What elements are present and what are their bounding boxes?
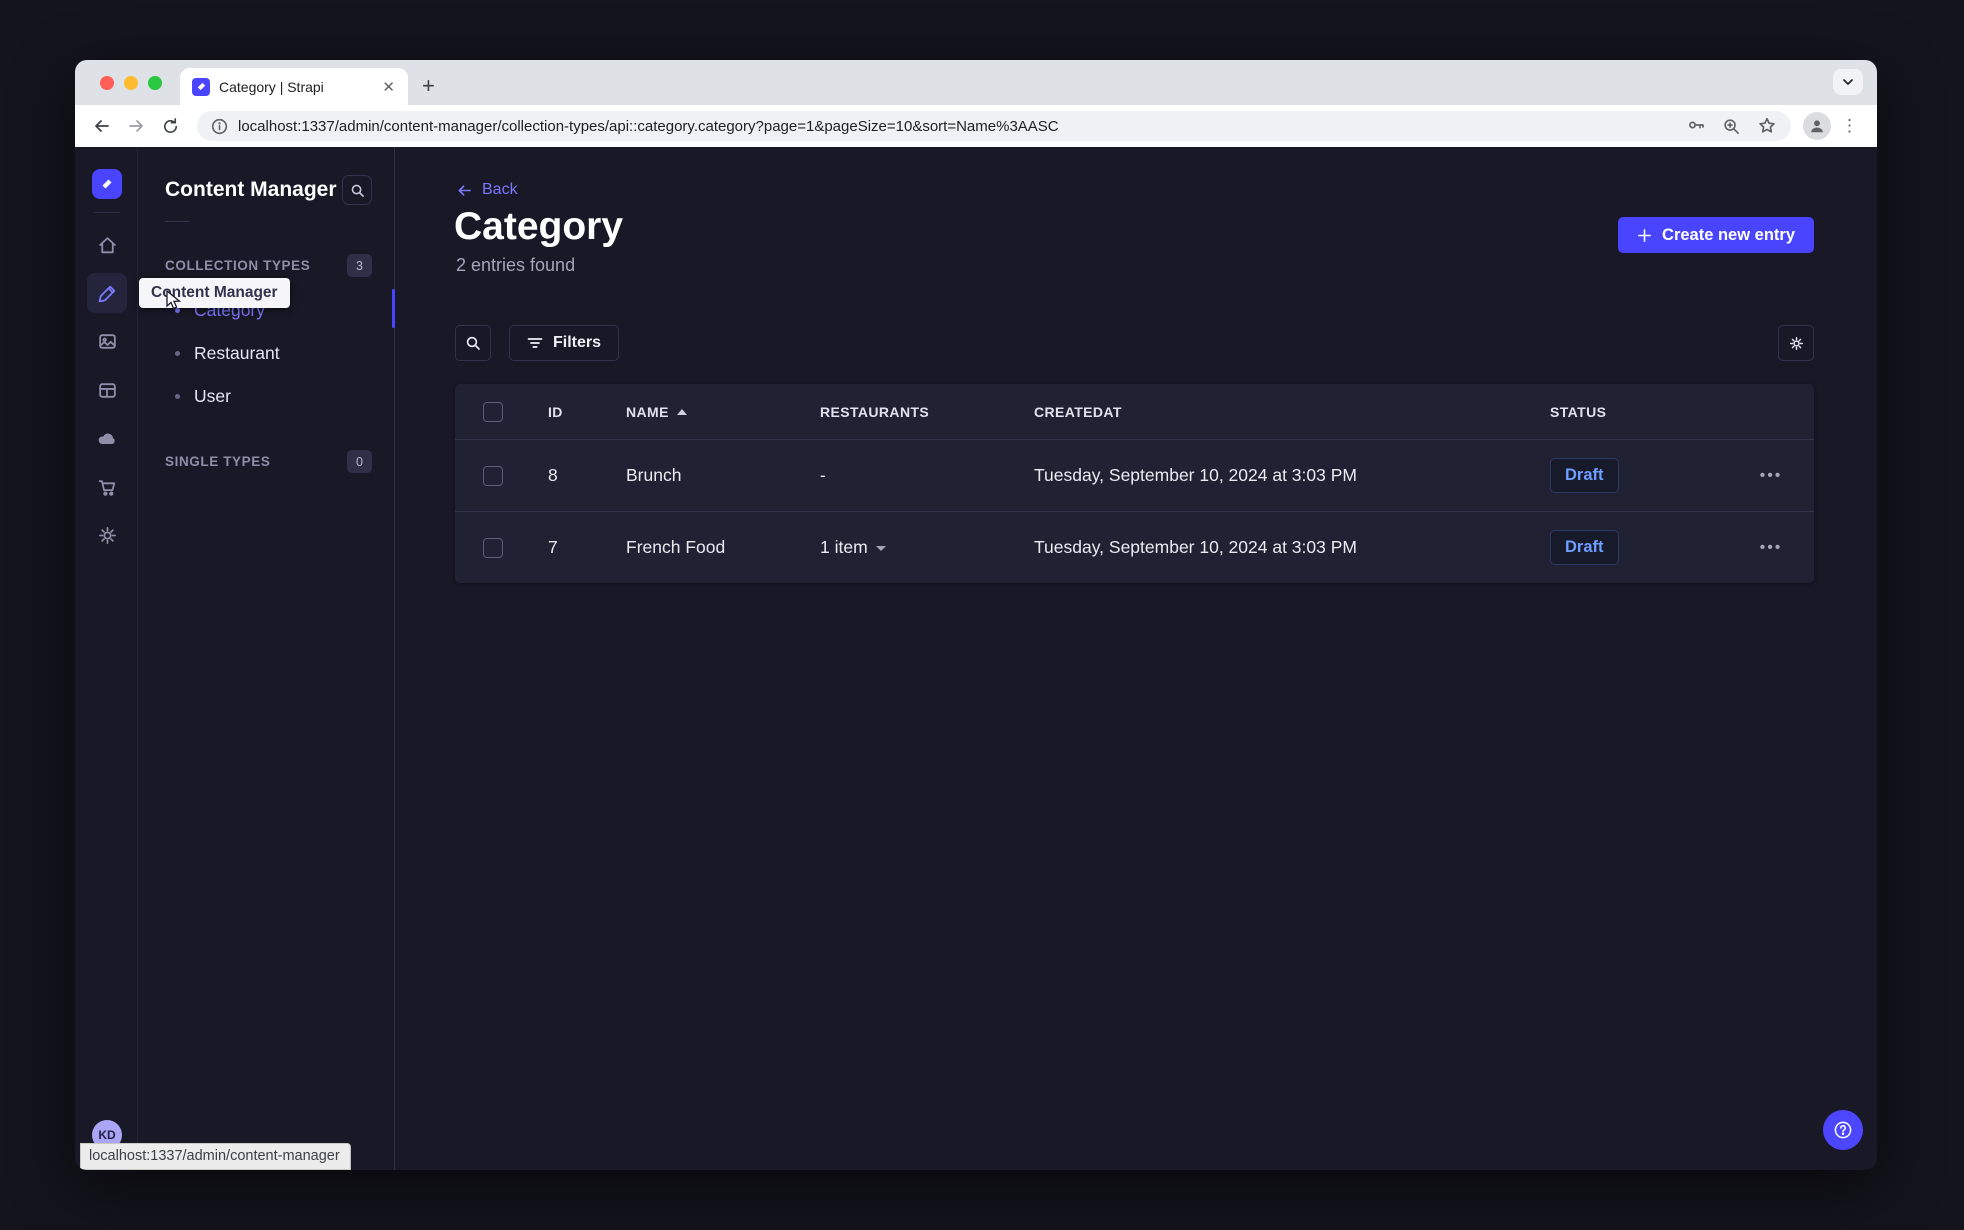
cell-id: 8 (548, 465, 558, 485)
deploy-cloud-icon[interactable] (87, 419, 127, 459)
table-header-row: ID NAME RESTAURANTS CREATEDAT STATUS (455, 384, 1814, 439)
close-window-button[interactable] (100, 76, 114, 90)
plus-icon (1638, 228, 1651, 242)
bookmark-star-icon[interactable] (1757, 116, 1777, 136)
arrow-left-icon (458, 184, 471, 196)
subnav-item-restaurant[interactable]: Restaurant (138, 332, 394, 375)
content-type-builder-icon[interactable] (87, 370, 127, 410)
zoom-page-icon[interactable] (1722, 117, 1741, 136)
view-settings-button[interactable] (1778, 325, 1814, 361)
header-restaurants[interactable]: RESTAURANTS (803, 404, 1017, 420)
bullet-icon (175, 394, 180, 399)
settings-gear-icon[interactable] (87, 515, 127, 555)
cell-createdat: Tuesday, September 10, 2024 at 3:03 PM (1034, 465, 1357, 485)
browser-tab[interactable]: Category | Strapi ✕ (180, 68, 408, 105)
header-name[interactable]: NAME (609, 404, 803, 420)
page-title: Category (454, 205, 624, 248)
list-toolbar: Filters (455, 325, 1814, 361)
cell-id: 7 (548, 537, 558, 557)
link-preview-statusbar: localhost:1337/admin/content-manager (80, 1143, 351, 1170)
subnav-search-button[interactable] (342, 175, 372, 205)
rail-divider (93, 212, 120, 213)
new-tab-button[interactable]: + (422, 75, 435, 97)
browser-tab-strip: Category | Strapi ✕ + (75, 60, 1877, 105)
caret-down-icon (875, 546, 886, 551)
filters-button[interactable]: Filters (509, 325, 620, 361)
home-icon[interactable] (87, 225, 127, 265)
browser-profile-avatar[interactable] (1803, 112, 1831, 140)
row-actions-button[interactable]: ••• (1738, 467, 1814, 485)
strapi-logo[interactable] (92, 169, 122, 199)
bullet-icon (175, 351, 180, 356)
content-manager-icon[interactable] (87, 273, 127, 313)
mouse-cursor (163, 289, 185, 319)
close-tab-icon[interactable]: ✕ (379, 78, 398, 96)
nav-tooltip: Content Manager (139, 278, 290, 308)
media-library-icon[interactable] (87, 321, 127, 361)
entries-count: 2 entries found (456, 255, 576, 275)
cell-restaurants[interactable]: 1 item (803, 537, 1017, 558)
select-all-checkbox[interactable] (483, 401, 503, 422)
main-content: Back Category 2 entries found Create new… (395, 147, 1877, 1170)
tab-title: Category | Strapi (219, 78, 324, 95)
status-badge: Draft (1550, 458, 1619, 493)
header-id[interactable]: ID (531, 404, 609, 420)
header-status[interactable]: STATUS (1533, 404, 1738, 420)
browser-toolbar: localhost:1337/admin/content-manager/col… (75, 105, 1877, 147)
cell-name: French Food (626, 537, 726, 557)
address-bar[interactable]: localhost:1337/admin/content-manager/col… (197, 111, 1791, 141)
filter-icon (527, 338, 543, 348)
row-actions-button[interactable]: ••• (1738, 539, 1814, 557)
single-types-label: SINGLE TYPES (165, 454, 271, 469)
collection-types-label: COLLECTION TYPES (165, 258, 311, 273)
site-info-icon[interactable] (211, 118, 228, 135)
cell-restaurants: - (820, 465, 826, 485)
reload-button[interactable] (155, 111, 185, 141)
zoom-window-button[interactable] (148, 76, 162, 90)
cell-createdat: Tuesday, September 10, 2024 at 3:03 PM (1034, 537, 1357, 557)
search-button[interactable] (455, 325, 491, 361)
table-row[interactable]: 8 Brunch - Tuesday, September 10, 2024 a… (455, 439, 1814, 511)
browser-window: Category | Strapi ✕ + localhost:1337/adm… (75, 60, 1877, 1170)
single-types-count: 0 (347, 450, 372, 473)
minimize-window-button[interactable] (124, 76, 138, 90)
sort-asc-icon (676, 408, 687, 415)
row-checkbox[interactable] (483, 465, 503, 486)
tab-search-button[interactable] (1833, 69, 1863, 95)
back-nav-button[interactable] (87, 111, 117, 141)
row-checkbox[interactable] (483, 537, 503, 558)
status-badge: Draft (1550, 530, 1619, 565)
entries-table: ID NAME RESTAURANTS CREATEDAT STATUS 8 B… (455, 384, 1814, 583)
back-link[interactable]: Back (456, 181, 518, 199)
forward-nav-button[interactable] (121, 111, 151, 141)
strapi-admin: KD Content Manager COLLECTION TYPES 3 Ca… (75, 147, 1877, 1170)
cell-name: Brunch (626, 465, 682, 485)
table-row[interactable]: 7 French Food 1 item Tuesday, September … (455, 511, 1814, 583)
password-key-icon[interactable] (1686, 116, 1706, 136)
marketplace-cart-icon[interactable] (87, 467, 127, 507)
browser-menu-icon[interactable]: ⋮ (1835, 116, 1865, 136)
main-nav-rail: KD (75, 147, 138, 1170)
strapi-favicon-icon (192, 77, 210, 96)
url-text[interactable]: localhost:1337/admin/content-manager/col… (238, 118, 1676, 135)
subnav-item-user[interactable]: User (138, 375, 394, 418)
window-controls[interactable] (100, 76, 162, 90)
create-new-entry-button[interactable]: Create new entry (1618, 217, 1814, 253)
subnav-title: Content Manager (165, 178, 337, 201)
subnav-divider (165, 221, 189, 222)
help-button[interactable] (1823, 1110, 1863, 1150)
header-createdat[interactable]: CREATEDAT (1017, 404, 1533, 420)
collection-types-count: 3 (347, 254, 372, 277)
